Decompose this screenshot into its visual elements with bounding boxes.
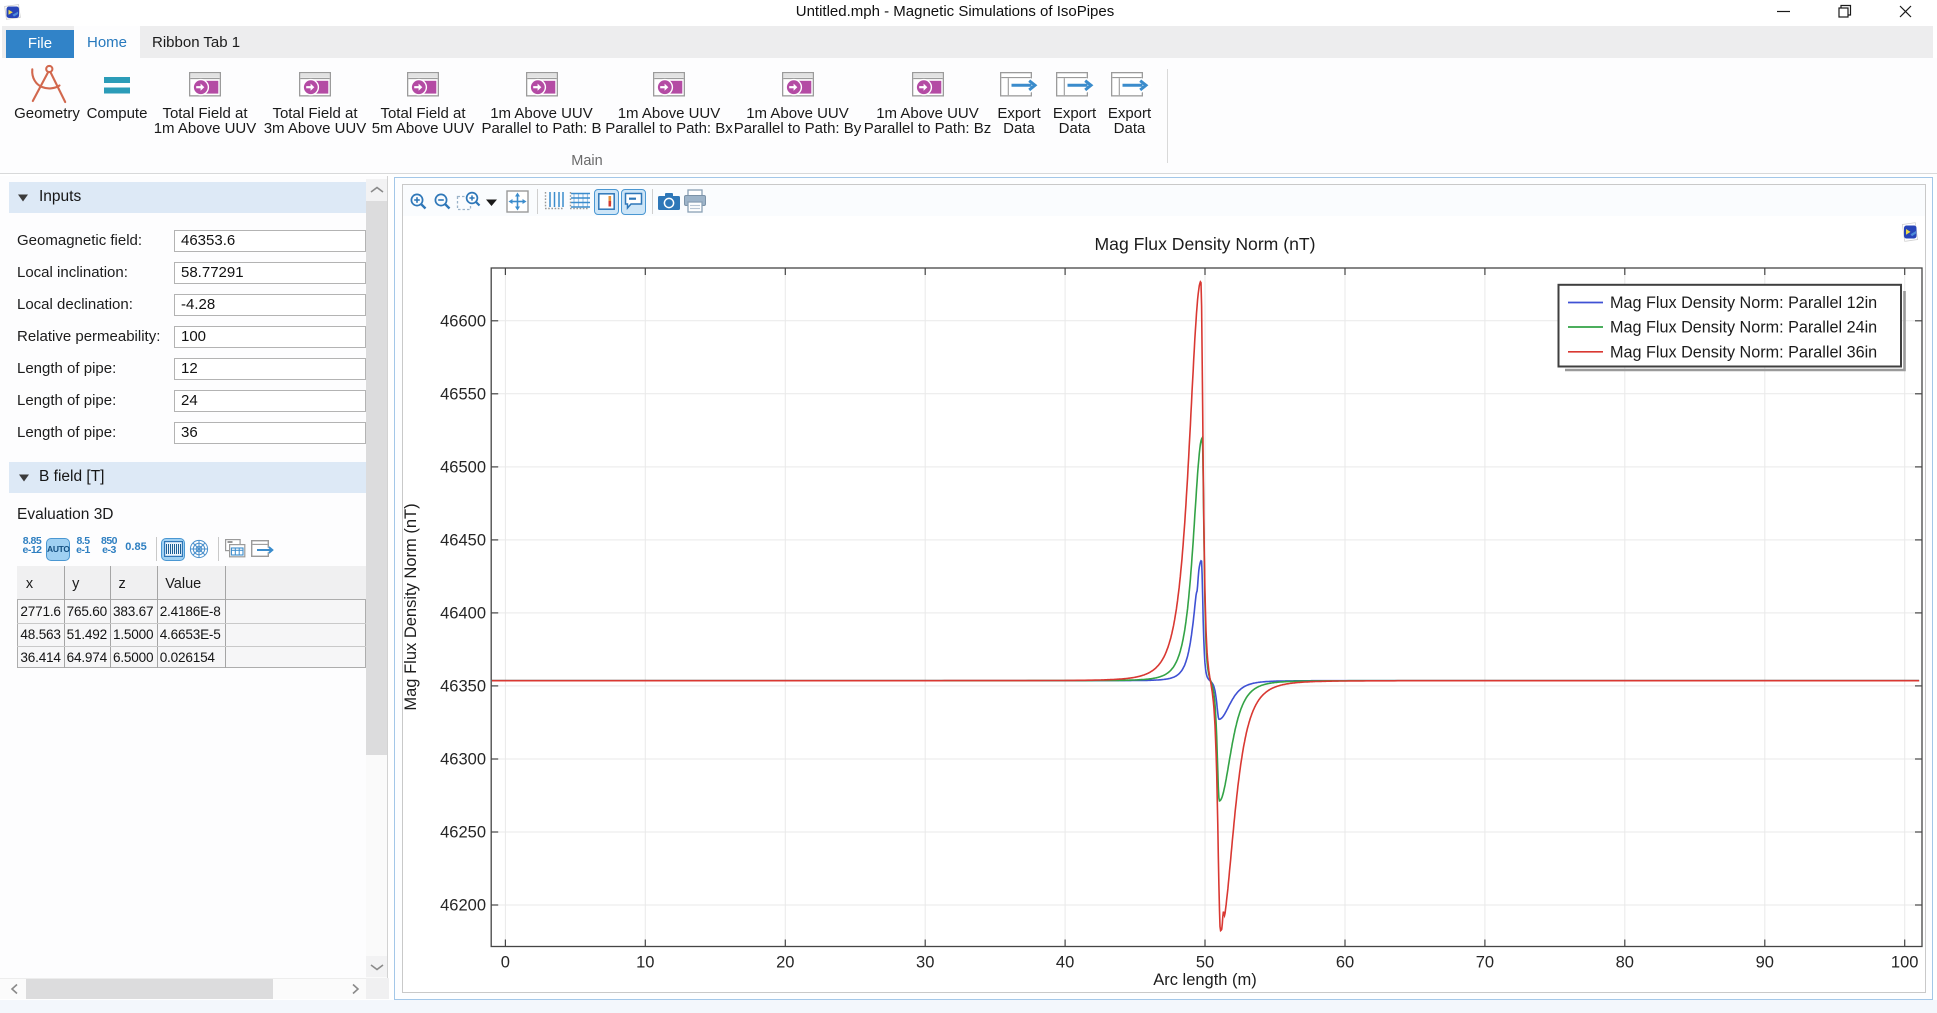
svg-text:40: 40 — [1056, 954, 1074, 972]
svg-text:46350: 46350 — [440, 678, 486, 696]
svg-text:60: 60 — [1336, 954, 1354, 972]
svg-text:50: 50 — [1196, 954, 1214, 972]
svg-text:46250: 46250 — [440, 824, 486, 842]
svg-text:Arc length (m): Arc length (m) — [1153, 971, 1257, 989]
svg-text:46450: 46450 — [440, 532, 486, 550]
svg-text:Mag Flux Density Norm: Paralle: Mag Flux Density Norm: Parallel 12in — [1610, 294, 1877, 312]
svg-text:Mag Flux Density Norm: Paralle: Mag Flux Density Norm: Parallel 24in — [1610, 319, 1877, 337]
svg-text:46400: 46400 — [440, 605, 486, 623]
svg-text:90: 90 — [1756, 954, 1774, 972]
svg-text:46300: 46300 — [440, 751, 486, 769]
svg-text:46500: 46500 — [440, 459, 486, 477]
svg-text:0: 0 — [501, 954, 510, 972]
svg-text:Mag Flux Density Norm: Paralle: Mag Flux Density Norm: Parallel 36in — [1610, 344, 1877, 362]
svg-text:46200: 46200 — [440, 897, 486, 915]
svg-text:30: 30 — [916, 954, 934, 972]
svg-text:46550: 46550 — [440, 386, 486, 404]
svg-text:70: 70 — [1476, 954, 1494, 972]
svg-text:80: 80 — [1616, 954, 1634, 972]
svg-text:100: 100 — [1891, 954, 1919, 972]
svg-text:46600: 46600 — [440, 313, 486, 331]
svg-text:Mag Flux Density Norm (nT): Mag Flux Density Norm (nT) — [1095, 234, 1316, 254]
svg-text:10: 10 — [636, 954, 654, 972]
svg-text:20: 20 — [776, 954, 794, 972]
svg-text:Mag Flux Density Norm (nT): Mag Flux Density Norm (nT) — [402, 503, 420, 710]
